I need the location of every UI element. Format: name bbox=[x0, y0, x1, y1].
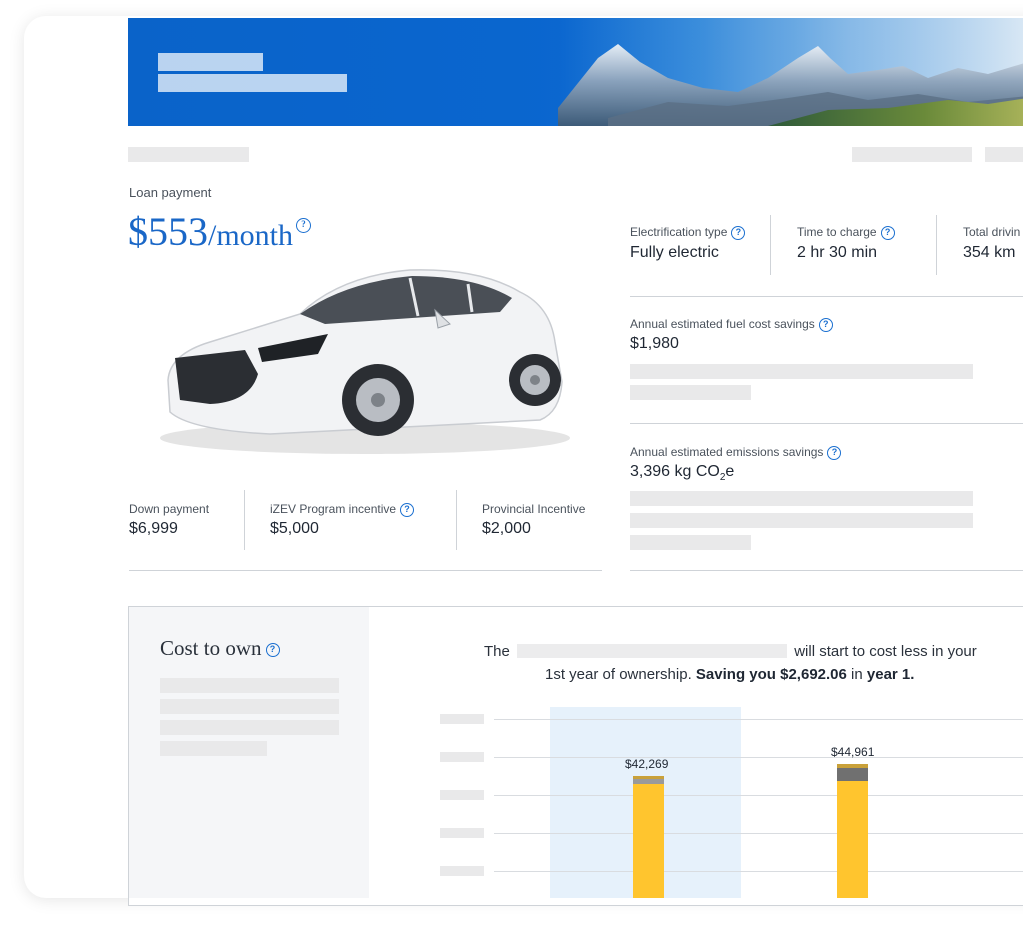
izev-incentive-value: $5,000 bbox=[270, 520, 319, 537]
text-placeholder bbox=[630, 385, 751, 400]
divider bbox=[770, 215, 771, 275]
hero-title-placeholder bbox=[158, 53, 263, 71]
mountain-landscape-image bbox=[508, 18, 1023, 126]
vehicle-name-placeholder bbox=[517, 644, 788, 658]
text-placeholder bbox=[630, 513, 973, 528]
help-circle-icon[interactable]: ? bbox=[296, 218, 312, 233]
y-tick-placeholder bbox=[440, 790, 484, 800]
hero-subtitle-placeholder bbox=[158, 74, 347, 92]
bar-data-label: $42,269 bbox=[625, 757, 669, 771]
bar-data-label: $44,961 bbox=[831, 745, 875, 759]
y-tick-placeholder bbox=[440, 866, 484, 876]
emissions-savings-value: 3,396 kg CO2e bbox=[630, 463, 735, 484]
text-placeholder bbox=[160, 741, 267, 756]
divider bbox=[244, 490, 245, 550]
time-to-charge-label: Time to charge? bbox=[797, 225, 895, 240]
loan-payment-amount: $553/month? bbox=[128, 208, 312, 255]
gridline bbox=[494, 719, 1023, 720]
time-to-charge-value: 2 hr 30 min bbox=[797, 244, 878, 261]
help-circle-icon[interactable]: ? bbox=[827, 446, 842, 460]
gridline bbox=[494, 871, 1023, 872]
bar-segment-main[interactable] bbox=[837, 781, 868, 898]
divider bbox=[129, 570, 602, 571]
gridline bbox=[494, 757, 1023, 758]
fuel-savings-value: $1,980 bbox=[630, 335, 679, 352]
fuel-savings-label: Annual estimated fuel cost savings? bbox=[630, 317, 833, 332]
izev-incentive-label: iZEV Program incentive? bbox=[270, 502, 415, 517]
electrification-type-value: Fully electric bbox=[630, 244, 719, 261]
emissions-savings-label: Annual estimated emissions savings? bbox=[630, 445, 842, 460]
text-placeholder bbox=[160, 720, 339, 735]
total-driving-range-label: Total drivin bbox=[963, 225, 1021, 239]
bar-segment-secondary[interactable] bbox=[837, 768, 868, 781]
cost-headline-line2: 1st year of ownership. Saving you $2,692… bbox=[545, 666, 915, 683]
help-circle-icon[interactable]: ? bbox=[265, 643, 280, 657]
breadcrumb-placeholder bbox=[128, 147, 249, 162]
loan-payment-label: Loan payment bbox=[129, 185, 212, 200]
y-tick-placeholder bbox=[440, 828, 484, 838]
bar-segment-main[interactable] bbox=[633, 784, 664, 898]
divider bbox=[630, 570, 1023, 571]
provincial-incentive-value: $2,000 bbox=[482, 520, 531, 537]
down-payment-label: Down payment bbox=[129, 502, 210, 516]
divider bbox=[630, 423, 1023, 424]
total-driving-range-value: 354 km bbox=[963, 244, 1016, 261]
divider bbox=[456, 490, 457, 550]
action-placeholder[interactable] bbox=[852, 147, 972, 162]
gridline bbox=[494, 795, 1023, 796]
hero-banner bbox=[128, 18, 1023, 126]
text-placeholder bbox=[160, 678, 339, 693]
action-placeholder[interactable] bbox=[985, 147, 1023, 162]
help-circle-icon[interactable]: ? bbox=[731, 226, 746, 240]
text-placeholder bbox=[630, 364, 973, 379]
down-payment-value: $6,999 bbox=[129, 520, 178, 537]
help-circle-icon[interactable]: ? bbox=[818, 318, 833, 332]
cost-headline-line1: The will start to cost less in your bbox=[484, 643, 977, 660]
gridline bbox=[494, 833, 1023, 834]
text-placeholder bbox=[630, 535, 751, 550]
electrification-type-label: Electrification type? bbox=[630, 225, 746, 240]
provincial-incentive-label: Provincial Incentive bbox=[482, 502, 586, 516]
car-image bbox=[160, 269, 570, 454]
help-circle-icon[interactable]: ? bbox=[400, 503, 415, 517]
divider bbox=[630, 296, 1023, 297]
text-placeholder bbox=[160, 699, 339, 714]
y-tick-placeholder bbox=[440, 714, 484, 724]
cost-to-own-title: Cost to own? bbox=[160, 636, 280, 661]
y-tick-placeholder bbox=[440, 752, 484, 762]
help-circle-icon[interactable]: ? bbox=[880, 226, 895, 240]
text-placeholder bbox=[630, 491, 973, 506]
divider bbox=[936, 215, 937, 275]
